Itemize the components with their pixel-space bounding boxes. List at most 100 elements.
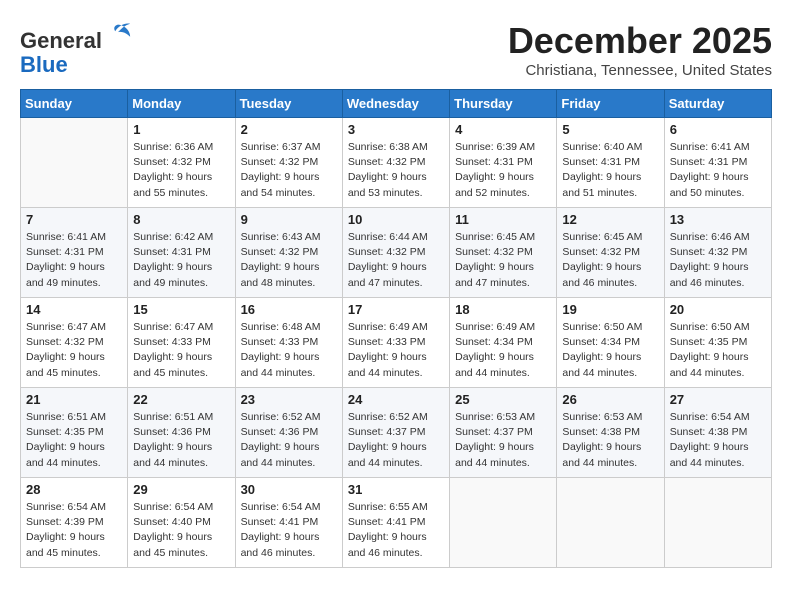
col-header-friday: Friday: [557, 90, 664, 118]
day-number: 28: [26, 482, 122, 497]
day-cell: 29 Sunrise: 6:54 AMSunset: 4:40 PMDayligh…: [128, 478, 235, 568]
day-info: Sunrise: 6:52 AMSunset: 4:37 PMDaylight:…: [348, 410, 444, 471]
day-number: 1: [133, 122, 229, 137]
day-number: 16: [241, 302, 337, 317]
logo: General Blue: [20, 20, 132, 77]
day-info: Sunrise: 6:42 AMSunset: 4:31 PMDaylight:…: [133, 230, 229, 291]
day-info: Sunrise: 6:43 AMSunset: 4:32 PMDaylight:…: [241, 230, 337, 291]
day-number: 5: [562, 122, 658, 137]
day-info: Sunrise: 6:49 AMSunset: 4:34 PMDaylight:…: [455, 320, 551, 381]
day-cell: 13Sunrise: 6:46 AMSunset: 4:32 PMDayligh…: [664, 208, 771, 298]
day-number: 13: [670, 212, 766, 227]
col-header-saturday: Saturday: [664, 90, 771, 118]
day-number: 6: [670, 122, 766, 137]
day-cell: [664, 478, 771, 568]
day-number: 17: [348, 302, 444, 317]
day-cell: 7 Sunrise: 6:41 AMSunset: 4:31 PMDaylight…: [21, 208, 128, 298]
day-cell: 21 Sunrise: 6:51 AMSunset: 4:35 PMDayligh…: [21, 388, 128, 478]
day-cell: [21, 118, 128, 208]
day-number: 23: [241, 392, 337, 407]
day-info: Sunrise: 6:38 AMSunset: 4:32 PMDaylight:…: [348, 140, 444, 201]
month-title: December 2025: [508, 20, 772, 62]
day-cell: 30Sunrise: 6:54 AMSunset: 4:41 PMDayligh…: [235, 478, 342, 568]
day-number: 2: [241, 122, 337, 137]
day-cell: 14 Sunrise: 6:47 AMSunset: 4:32 PMDayligh…: [21, 298, 128, 388]
day-info: Sunrise: 6:45 AMSunset: 4:32 PMDaylight:…: [455, 230, 551, 291]
day-number: 9: [241, 212, 337, 227]
day-cell: 15 Sunrise: 6:47 AMSunset: 4:33 PMDayligh…: [128, 298, 235, 388]
day-cell: 2 Sunrise: 6:37 AMSunset: 4:32 PMDaylight…: [235, 118, 342, 208]
day-number: 14: [26, 302, 122, 317]
day-number: 26: [562, 392, 658, 407]
day-info: Sunrise: 6:54 AMSunset: 4:41 PMDaylight:…: [241, 500, 337, 561]
day-cell: 25Sunrise: 6:53 AMSunset: 4:37 PMDayligh…: [450, 388, 557, 478]
day-cell: 28 Sunrise: 6:54 AMSunset: 4:39 PMDayligh…: [21, 478, 128, 568]
day-cell: 20 Sunrise: 6:50 AMSunset: 4:35 PMDayligh…: [664, 298, 771, 388]
day-info: Sunrise: 6:41 AMSunset: 4:31 PMDaylight:…: [670, 140, 766, 201]
week-row-1: 1Sunrise: 6:36 AMSunset: 4:32 PMDaylight…: [21, 118, 772, 208]
logo-bird-icon: [104, 20, 132, 48]
logo-general: General: [20, 28, 102, 53]
day-info: Sunrise: 6:41 AMSunset: 4:31 PMDaylight:…: [26, 230, 122, 291]
day-number: 12: [562, 212, 658, 227]
day-cell: 5 Sunrise: 6:40 AMSunset: 4:31 PMDaylight…: [557, 118, 664, 208]
day-info: Sunrise: 6:55 AMSunset: 4:41 PMDaylight:…: [348, 500, 444, 561]
day-info: Sunrise: 6:47 AMSunset: 4:33 PMDaylight:…: [133, 320, 229, 381]
day-number: 31: [348, 482, 444, 497]
day-info: Sunrise: 6:54 AMSunset: 4:38 PMDaylight:…: [670, 410, 766, 471]
day-cell: 22Sunrise: 6:51 AMSunset: 4:36 PMDayligh…: [128, 388, 235, 478]
day-info: Sunrise: 6:44 AMSunset: 4:32 PMDaylight:…: [348, 230, 444, 291]
day-cell: 9 Sunrise: 6:43 AMSunset: 4:32 PMDaylight…: [235, 208, 342, 298]
page-header: General Blue December 2025 Christiana, T…: [20, 20, 772, 79]
day-info: Sunrise: 6:45 AMSunset: 4:32 PMDaylight:…: [562, 230, 658, 291]
logo-blue-text: Blue: [20, 52, 68, 77]
day-cell: 27Sunrise: 6:54 AMSunset: 4:38 PMDayligh…: [664, 388, 771, 478]
day-cell: 16 Sunrise: 6:48 AMSunset: 4:33 PMDayligh…: [235, 298, 342, 388]
day-number: 8: [133, 212, 229, 227]
day-number: 21: [26, 392, 122, 407]
day-cell: 10 Sunrise: 6:44 AMSunset: 4:32 PMDayligh…: [342, 208, 449, 298]
day-info: Sunrise: 6:52 AMSunset: 4:36 PMDaylight:…: [241, 410, 337, 471]
col-header-tuesday: Tuesday: [235, 90, 342, 118]
day-cell: 11 Sunrise: 6:45 AMSunset: 4:32 PMDayligh…: [450, 208, 557, 298]
day-number: 7: [26, 212, 122, 227]
day-info: Sunrise: 6:40 AMSunset: 4:31 PMDaylight:…: [562, 140, 658, 201]
day-cell: 24 Sunrise: 6:52 AMSunset: 4:37 PMDayligh…: [342, 388, 449, 478]
day-info: Sunrise: 6:37 AMSunset: 4:32 PMDaylight:…: [241, 140, 337, 201]
week-row-3: 14 Sunrise: 6:47 AMSunset: 4:32 PMDayligh…: [21, 298, 772, 388]
day-info: Sunrise: 6:53 AMSunset: 4:38 PMDaylight:…: [562, 410, 658, 471]
week-row-5: 28 Sunrise: 6:54 AMSunset: 4:39 PMDayligh…: [21, 478, 772, 568]
day-info: Sunrise: 6:48 AMSunset: 4:33 PMDaylight:…: [241, 320, 337, 381]
day-info: Sunrise: 6:51 AMSunset: 4:35 PMDaylight:…: [26, 410, 122, 471]
day-cell: 3 Sunrise: 6:38 AMSunset: 4:32 PMDaylight…: [342, 118, 449, 208]
day-cell: 19 Sunrise: 6:50 AMSunset: 4:34 PMDayligh…: [557, 298, 664, 388]
logo-blue: Blue: [20, 53, 132, 77]
day-cell: 31 Sunrise: 6:55 AMSunset: 4:41 PMDayligh…: [342, 478, 449, 568]
day-number: 29: [133, 482, 229, 497]
day-number: 11: [455, 212, 551, 227]
day-info: Sunrise: 6:53 AMSunset: 4:37 PMDaylight:…: [455, 410, 551, 471]
day-number: 24: [348, 392, 444, 407]
day-cell: 6 Sunrise: 6:41 AMSunset: 4:31 PMDaylight…: [664, 118, 771, 208]
day-info: Sunrise: 6:50 AMSunset: 4:35 PMDaylight:…: [670, 320, 766, 381]
day-cell: 23 Sunrise: 6:52 AMSunset: 4:36 PMDayligh…: [235, 388, 342, 478]
day-info: Sunrise: 6:54 AMSunset: 4:39 PMDaylight:…: [26, 500, 122, 561]
day-number: 20: [670, 302, 766, 317]
day-info: Sunrise: 6:47 AMSunset: 4:32 PMDaylight:…: [26, 320, 122, 381]
location: Christiana, Tennessee, United States: [508, 62, 772, 79]
day-number: 10: [348, 212, 444, 227]
calendar-table: SundayMondayTuesdayWednesdayThursdayFrid…: [20, 89, 772, 568]
day-cell: [450, 478, 557, 568]
day-number: 19: [562, 302, 658, 317]
day-number: 3: [348, 122, 444, 137]
col-header-monday: Monday: [128, 90, 235, 118]
day-number: 22: [133, 392, 229, 407]
day-number: 15: [133, 302, 229, 317]
day-info: Sunrise: 6:54 AMSunset: 4:40 PMDaylight:…: [133, 500, 229, 561]
day-cell: 18Sunrise: 6:49 AMSunset: 4:34 PMDayligh…: [450, 298, 557, 388]
col-header-sunday: Sunday: [21, 90, 128, 118]
title-block: December 2025 Christiana, Tennessee, Uni…: [508, 20, 772, 79]
day-number: 4: [455, 122, 551, 137]
day-cell: 4Sunrise: 6:39 AMSunset: 4:31 PMDaylight…: [450, 118, 557, 208]
day-info: Sunrise: 6:50 AMSunset: 4:34 PMDaylight:…: [562, 320, 658, 381]
